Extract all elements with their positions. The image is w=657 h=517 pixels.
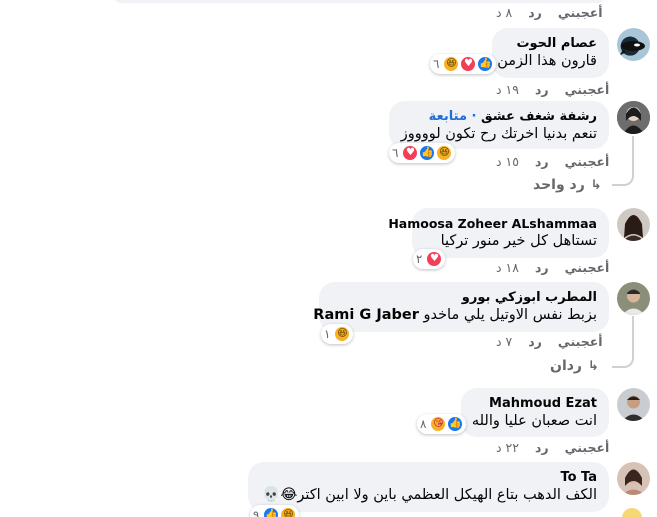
- like-icon: 👍: [419, 145, 436, 161]
- comment-text: تنعم بدنيا اخرتك رح تكون لووووز: [400, 126, 597, 142]
- view-replies-link[interactable]: ↳ ردان: [550, 358, 599, 374]
- previous-comment-actions: أعجبني رد ٨ د: [496, 5, 603, 20]
- reaction-summary[interactable]: ٦ ♥ 👍 😆: [389, 143, 456, 163]
- reaction-summary[interactable]: ٩ 👍 😆: [250, 505, 300, 517]
- comment-bubble: رشفة شغف عشق · متابعة تنعم بدنيا اخرتك ر…: [389, 101, 609, 149]
- comment-text: انت صعبان عليا والله: [471, 413, 597, 429]
- comment-text: تستاهل كل خير منور تركيا: [440, 233, 597, 249]
- reaction-count: ١: [324, 327, 331, 341]
- mentioned-user-link[interactable]: Rami G Jaber: [313, 307, 419, 323]
- comment-actions: أعجبني رد ٢٢ د: [496, 440, 609, 455]
- like-icon: 👍: [447, 416, 464, 432]
- comment-author-line: رشفة شغف عشق · متابعة: [401, 108, 597, 125]
- reaction-summary[interactable]: ١ 😆: [321, 324, 354, 344]
- comment-author[interactable]: To Ta: [260, 469, 597, 486]
- previous-comment-bubble: [113, 0, 606, 3]
- reaction-count: ٦: [392, 146, 399, 160]
- reply-link[interactable]: رد: [535, 154, 549, 169]
- reply-link[interactable]: رد: [535, 82, 549, 97]
- reply-link[interactable]: رد: [535, 440, 549, 455]
- comment-time[interactable]: ٧ د: [496, 334, 512, 349]
- comment-text-line: بزبط نفس الاوتيل يلي ماخدو Rami G Jaber: [313, 306, 597, 325]
- skull-emoji-icon: 💀: [262, 487, 281, 503]
- comment-text: بزبط نفس الاوتيل يلي ماخدو: [423, 307, 597, 323]
- comment-text: الكف الدهب بتاع الهيكل العظمي باين ولا ا…: [297, 487, 597, 503]
- comment-bubble: المطرب ابوزكي بورو بزبط نفس الاوتيل يلي …: [313, 282, 609, 332]
- comment-author[interactable]: Hamoosa Zoheer ALshammaa: [388, 215, 597, 232]
- like-icon: 👍: [477, 56, 494, 72]
- like-icon: 👍: [263, 507, 280, 517]
- comment-time[interactable]: ١٩ د: [496, 82, 519, 97]
- reply-arrow-icon: ↳: [590, 177, 602, 193]
- user-avatar[interactable]: [617, 388, 650, 421]
- care-icon: 😘: [430, 416, 447, 432]
- love-icon: ♥: [460, 56, 477, 72]
- reply-link[interactable]: رد: [528, 5, 542, 20]
- comment-author[interactable]: المطرب ابوزكي بورو: [331, 289, 597, 306]
- comment-actions: أعجبني رد ١٥ د: [496, 154, 609, 169]
- comment-bubble: عصام الحوت قارون هذا الزمن: [492, 28, 609, 78]
- view-replies-label: رد واحد: [533, 177, 585, 193]
- comment-author[interactable]: رشفة شغف عشق: [481, 109, 597, 124]
- comment-bubble: Mahmoud Ezat انت صعبان عليا والله: [461, 388, 609, 437]
- love-icon: ♥: [402, 145, 419, 161]
- reaction-count: ٩: [253, 508, 260, 517]
- view-replies-link[interactable]: ↳ رد واحد: [533, 177, 602, 193]
- reaction-count: ٦: [433, 57, 440, 71]
- reply-link[interactable]: رد: [528, 334, 542, 349]
- orca-avatar-icon[interactable]: [617, 28, 650, 61]
- user-avatar[interactable]: [617, 282, 650, 315]
- thread-connector: [612, 316, 634, 368]
- comment-bubble: To Ta الكف الدهب بتاع الهيكل العظمي باين…: [248, 462, 609, 512]
- like-link[interactable]: أعجبني: [565, 154, 610, 169]
- haha-emoji-icon: 😂: [280, 487, 298, 503]
- haha-icon: 😆: [280, 507, 297, 517]
- comment-author[interactable]: Mahmoud Ezat: [473, 395, 597, 412]
- haha-icon: 😆: [443, 56, 460, 72]
- view-replies-label: ردان: [550, 358, 582, 374]
- user-avatar[interactable]: [617, 101, 650, 134]
- reaction-summary[interactable]: ٨ 😘 👍: [417, 414, 467, 434]
- reply-arrow-icon: ↳: [588, 358, 599, 374]
- like-link[interactable]: أعجبني: [558, 334, 603, 349]
- love-icon: ♥: [426, 251, 443, 267]
- comment-time[interactable]: ١٨ د: [496, 260, 519, 275]
- thread-connector: [612, 136, 634, 186]
- haha-icon: 😆: [334, 326, 351, 342]
- user-avatar[interactable]: [617, 208, 650, 241]
- like-link[interactable]: أعجبني: [565, 440, 610, 455]
- comment-text-line: الكف الدهب بتاع الهيكل العظمي باين ولا ا…: [260, 486, 597, 505]
- reaction-summary[interactable]: ٦ 😆 ♥ 👍: [430, 54, 497, 74]
- like-link[interactable]: أعجبني: [565, 260, 610, 275]
- comment-author[interactable]: عصام الحوت: [504, 35, 597, 52]
- reply-link[interactable]: رد: [535, 260, 549, 275]
- comment-actions: أعجبني رد ١٩ د: [496, 82, 609, 97]
- comment-text: قارون هذا الزمن: [497, 53, 597, 69]
- user-avatar[interactable]: [617, 462, 650, 495]
- like-link[interactable]: أعجبني: [565, 82, 610, 97]
- comment-time[interactable]: ٢٢ د: [496, 440, 519, 455]
- reaction-count: ٢: [416, 252, 423, 266]
- comment-time[interactable]: ١٥ د: [496, 154, 519, 169]
- like-link[interactable]: أعجبني: [558, 5, 603, 20]
- haha-icon: 😆: [436, 145, 453, 161]
- partial-avatar: [622, 508, 642, 517]
- reaction-count: ٨: [420, 417, 427, 431]
- comment-time[interactable]: ٨ د: [496, 5, 512, 20]
- reaction-summary[interactable]: ٢ ♥: [413, 249, 446, 269]
- comment-actions: أعجبني رد ١٨ د: [496, 260, 609, 275]
- comment-actions: أعجبني رد ٧ د: [496, 334, 603, 349]
- follow-button[interactable]: · متابعة: [429, 109, 477, 124]
